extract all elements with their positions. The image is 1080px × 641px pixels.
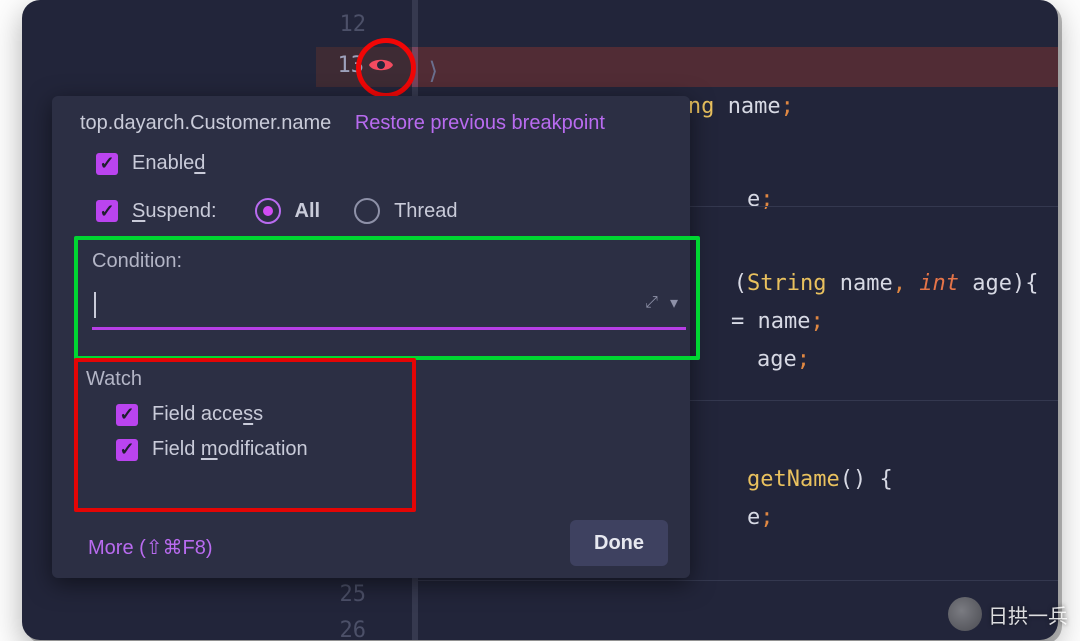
- suspend-label: Suspend:: [132, 200, 217, 223]
- field-watch-breakpoint-icon[interactable]: [368, 56, 394, 79]
- condition-group: Condition: ⤢ ▾: [74, 236, 700, 360]
- history-dropdown-icon[interactable]: ▾: [670, 293, 678, 313]
- line-number-13: 13: [324, 53, 364, 78]
- code-fragment-e1: e;: [694, 140, 773, 180]
- field-modification-label: Field modification: [152, 438, 308, 461]
- field-modification-row[interactable]: ✓ Field modification: [116, 438, 404, 461]
- watch-title: Watch: [86, 368, 404, 391]
- watermark-logo-icon: [948, 597, 982, 631]
- line-number-12: 12: [326, 12, 366, 37]
- code-separator-3: [418, 580, 1058, 581]
- code-fragment-return: e;: [694, 458, 773, 498]
- code-fragment-getname: getName() {: [694, 420, 893, 460]
- field-access-row[interactable]: ✓ Field access: [116, 403, 404, 426]
- code-fragment-assign-age: age;: [704, 300, 810, 340]
- suspend-checkbox[interactable]: ✓: [96, 200, 118, 222]
- enabled-row[interactable]: ✓ Enabled: [96, 152, 205, 175]
- line-number-26: 26: [326, 618, 366, 640]
- condition-input[interactable]: ⤢ ▾: [92, 283, 686, 330]
- breakpoint-settings-panel: top.dayarch.Customer.name Restore previo…: [52, 96, 690, 578]
- suspend-all-label: All: [295, 200, 321, 223]
- watermark-text: 日拱一兵: [988, 600, 1068, 629]
- text-caret-icon: [94, 292, 96, 318]
- identifier-name: name: [728, 94, 781, 119]
- enabled-checkbox[interactable]: ✓: [96, 153, 118, 175]
- panel-header: top.dayarch.Customer.name Restore previo…: [80, 112, 605, 135]
- editor-window: 12 13 25 26 ⟩ private String name; e; (S…: [22, 0, 1058, 640]
- line-number-25: 25: [326, 582, 366, 607]
- watch-group: Watch ✓ Field access ✓ Field modificatio…: [74, 358, 416, 512]
- gutter-expand-icon[interactable]: ⟩: [426, 57, 440, 85]
- suspend-thread-radio[interactable]: [354, 198, 380, 224]
- field-access-checkbox[interactable]: ✓: [116, 404, 138, 426]
- field-access-label: Field access: [152, 403, 263, 426]
- gutter-accent-strip-active: [412, 47, 418, 87]
- field-modification-checkbox[interactable]: ✓: [116, 439, 138, 461]
- breakpoint-path: top.dayarch.Customer.name: [80, 112, 331, 134]
- expand-editor-icon[interactable]: ⤢: [645, 294, 658, 312]
- semicolon: ;: [781, 94, 794, 119]
- done-button[interactable]: Done: [570, 520, 668, 566]
- more-options-link[interactable]: More (⇧⌘F8): [88, 535, 213, 560]
- code-line-26: public void setName(String na: [476, 612, 913, 640]
- suspend-row: ✓ Suspend: All Thread: [96, 198, 457, 224]
- enabled-label: Enabled: [132, 152, 205, 175]
- watermark: 日拱一兵: [948, 597, 1068, 631]
- code-fragment-ctor: (String name, int age){: [694, 224, 1038, 264]
- code-line-13: private String name;: [476, 47, 794, 87]
- condition-label: Condition:: [92, 250, 686, 273]
- suspend-all-radio[interactable]: [255, 198, 281, 224]
- restore-previous-link[interactable]: Restore previous breakpoint: [355, 112, 605, 134]
- suspend-thread-label: Thread: [394, 200, 457, 223]
